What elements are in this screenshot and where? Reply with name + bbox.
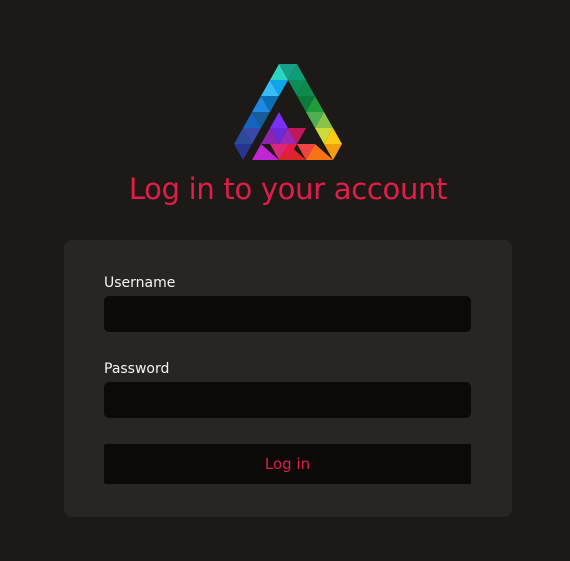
login-page: Log in to your account Username Password… (0, 0, 570, 561)
username-field[interactable] (104, 296, 471, 332)
page-title: Log in to your account (128, 172, 448, 206)
login-button[interactable]: Log in (104, 444, 471, 484)
password-label: Password (104, 361, 170, 377)
password-field[interactable] (104, 382, 471, 418)
username-label: Username (104, 275, 176, 291)
login-card: Username Password Log in (64, 240, 512, 517)
triangle-logo-icon (234, 64, 342, 160)
